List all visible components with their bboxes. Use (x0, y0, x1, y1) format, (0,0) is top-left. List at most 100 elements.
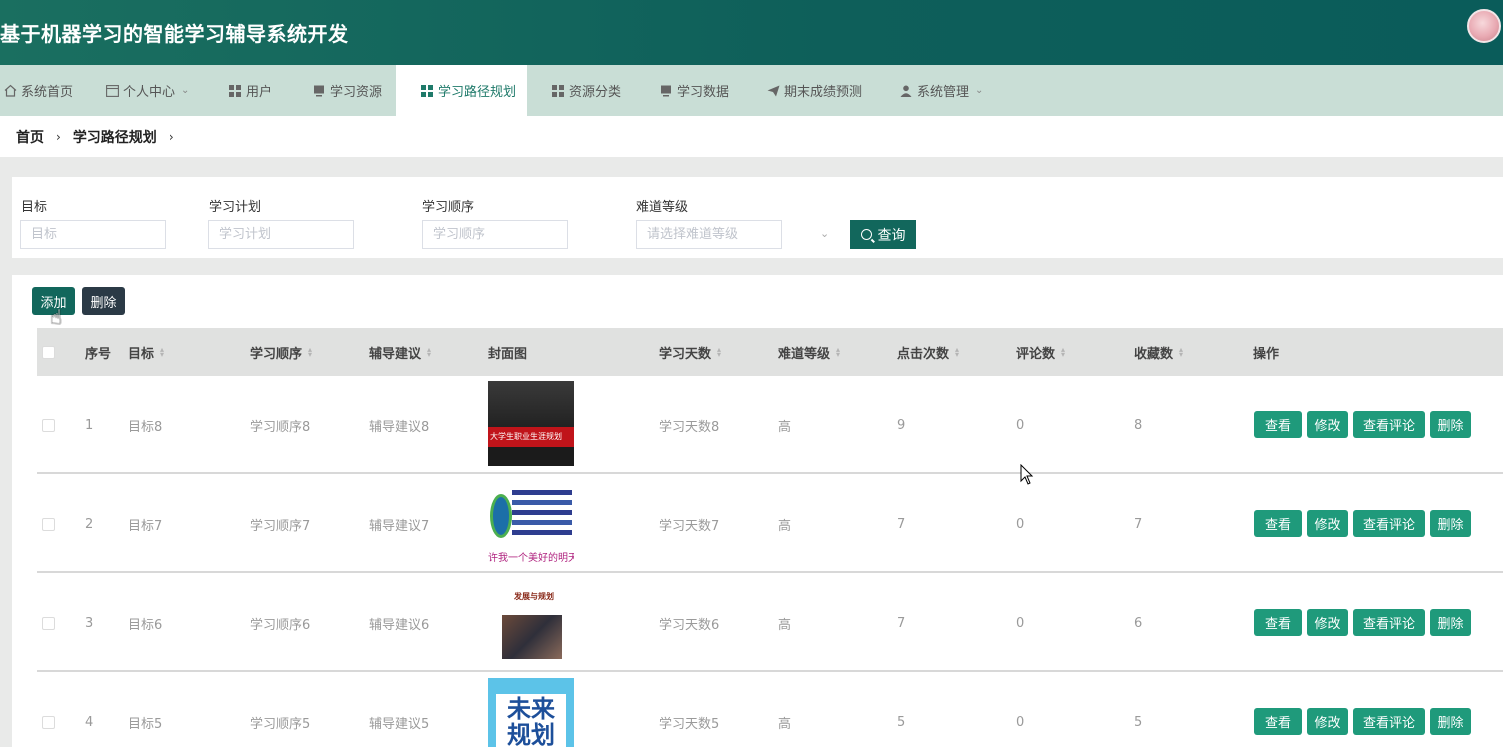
delete-selected-button[interactable]: 删除 (82, 287, 125, 315)
cell-days: 学习天数6 (659, 617, 720, 633)
cell-target: 目标8 (128, 419, 163, 435)
nav-label: 学习资源 (330, 85, 383, 100)
cell-target: 目标5 (128, 716, 163, 732)
row-checkbox[interactable] (42, 617, 55, 630)
nav-item-learning-path[interactable]: 学习路径规划 (396, 65, 527, 116)
profile-card-icon (105, 84, 119, 98)
cell-order: 学习顺序6 (250, 617, 311, 633)
edit-button[interactable]: 修改 (1307, 609, 1348, 636)
cell-level: 高 (778, 617, 792, 633)
nav-label: 系统管理 (917, 85, 970, 100)
chevron-down-icon[interactable]: ⌄ (820, 227, 829, 240)
level-select[interactable] (636, 220, 782, 249)
cell-order: 学习顺序5 (250, 716, 311, 732)
cover-image: 许我一个美好的明天 (488, 480, 574, 565)
cell-advice: 辅导建议6 (369, 617, 430, 633)
edit-button[interactable]: 修改 (1307, 708, 1348, 735)
chevron-right-icon: › (56, 129, 61, 144)
plan-label: 学习计划 (209, 200, 262, 215)
cell-advice: 辅导建议5 (369, 716, 430, 732)
header-index: 序号 (85, 346, 112, 362)
header-days[interactable]: 学习天数 ▴ ▾ (659, 328, 721, 376)
cell-level: 高 (778, 419, 792, 435)
view-comments-button[interactable]: 查看评论 (1353, 510, 1425, 537)
nav-item-learning-data[interactable]: 学习数据 (659, 65, 729, 116)
edit-button[interactable]: 修改 (1307, 510, 1348, 537)
plan-input[interactable] (208, 220, 354, 249)
nav-item-grade-prediction[interactable]: 期末成绩预测 (766, 65, 862, 116)
nav-item-home[interactable]: 系统首页 (3, 65, 73, 116)
cover-text: 未来规划 (507, 695, 555, 747)
nav-label: 个人中心 (123, 85, 176, 100)
row-checkbox[interactable] (42, 518, 55, 531)
row-checkbox[interactable] (42, 419, 55, 432)
view-button[interactable]: 查看 (1254, 510, 1302, 537)
sort-icon: ▴ ▾ (427, 345, 432, 359)
cell-days: 学习天数8 (659, 419, 720, 435)
nav-label: 资源分类 (569, 85, 622, 100)
breadcrumb-home[interactable]: 首页 (16, 127, 44, 147)
header-level[interactable]: 难道等级 ▴ ▾ (778, 328, 840, 376)
monitor-icon (312, 84, 326, 98)
header-actions: 操作 (1253, 346, 1280, 362)
nav-item-profile[interactable]: 个人中心 ⌄ (105, 65, 189, 116)
order-input[interactable] (422, 220, 568, 249)
header-clicks[interactable]: 点击次数 ▴ ▾ (897, 328, 959, 376)
view-comments-button[interactable]: 查看评论 (1353, 708, 1425, 735)
header-advice[interactable]: 辅导建议 ▴ ▾ (369, 328, 431, 376)
cover-image: 未来规划 (488, 678, 574, 747)
avatar[interactable] (1467, 9, 1501, 43)
chevron-right-icon: › (168, 129, 174, 144)
delete-button[interactable]: 删除 (1430, 609, 1471, 636)
cell-clicks: 5 (897, 714, 906, 730)
view-button[interactable]: 查看 (1254, 411, 1302, 438)
header-cover: 封面图 (488, 346, 528, 362)
cell-days: 学习天数5 (659, 716, 720, 732)
cell-index: 1 (85, 417, 94, 433)
view-button[interactable]: 查看 (1254, 609, 1302, 636)
sort-icon: ▴ ▾ (1179, 345, 1184, 359)
cell-clicks: 7 (897, 615, 906, 631)
header-comments[interactable]: 评论数 ▴ ▾ (1016, 328, 1065, 376)
cell-comments: 0 (1016, 615, 1025, 631)
delete-button[interactable]: 删除 (1430, 411, 1471, 438)
nav-label: 系统首页 (21, 85, 74, 100)
view-comments-button[interactable]: 查看评论 (1353, 609, 1425, 636)
breadcrumb-current[interactable]: 学习路径规划 (73, 127, 157, 147)
nav-item-system-admin[interactable]: 系统管理 ⌄ (899, 65, 983, 116)
header-target[interactable]: 目标 ▴ ▾ (128, 328, 164, 376)
header-order[interactable]: 学习顺序 ▴ ▾ (250, 328, 312, 376)
level-label: 难道等级 (636, 200, 689, 215)
nav-item-resources[interactable]: 学习资源 (312, 65, 382, 116)
target-label: 目标 (21, 200, 48, 215)
cover-image: 发展与规划 (488, 579, 574, 664)
delete-button[interactable]: 删除 (1430, 708, 1471, 735)
edit-button[interactable]: 修改 (1307, 411, 1348, 438)
query-button[interactable]: 查询 (850, 220, 916, 249)
cell-index: 4 (85, 714, 94, 730)
cell-comments: 0 (1016, 714, 1025, 730)
nav-item-resource-category[interactable]: 资源分类 (551, 65, 621, 116)
view-button[interactable]: 查看 (1254, 708, 1302, 735)
table-row: 4 目标5 学习顺序5 辅导建议5 未来规划 学习天数5 高 5 0 5 查看 … (37, 673, 1503, 747)
row-checkbox[interactable] (42, 716, 55, 729)
mouse-pointer-icon (1020, 463, 1034, 490)
cell-level: 高 (778, 716, 792, 732)
app-title: 基于机器学习的智能学习辅导系统开发 (0, 22, 349, 46)
cell-favorites: 8 (1134, 417, 1143, 433)
search-icon (860, 229, 872, 240)
target-input[interactable] (20, 220, 166, 249)
nav-item-users[interactable]: 用户 (228, 65, 272, 116)
table-panel: 添加 删除 序号 目标 ▴ ▾ 学习顺序 ▴ ▾ 辅导建议 ▴ ▾ 封面图 学习天数 ▴ ▾ 难… (12, 275, 1503, 747)
cell-target: 目标6 (128, 617, 163, 633)
nav-label: 学习数据 (677, 85, 730, 100)
header-favorites[interactable]: 收藏数 ▴ ▾ (1134, 328, 1183, 376)
delete-button[interactable]: 删除 (1430, 510, 1471, 537)
monitor-icon (659, 84, 673, 98)
view-comments-button[interactable]: 查看评论 (1353, 411, 1425, 438)
select-all-checkbox[interactable] (42, 346, 55, 359)
home-icon (3, 84, 17, 98)
sort-icon: ▴ ▾ (717, 345, 722, 359)
app-header: 基于机器学习的智能学习辅导系统开发 (0, 0, 1503, 65)
cover-text: 发展与规划 (514, 591, 554, 601)
